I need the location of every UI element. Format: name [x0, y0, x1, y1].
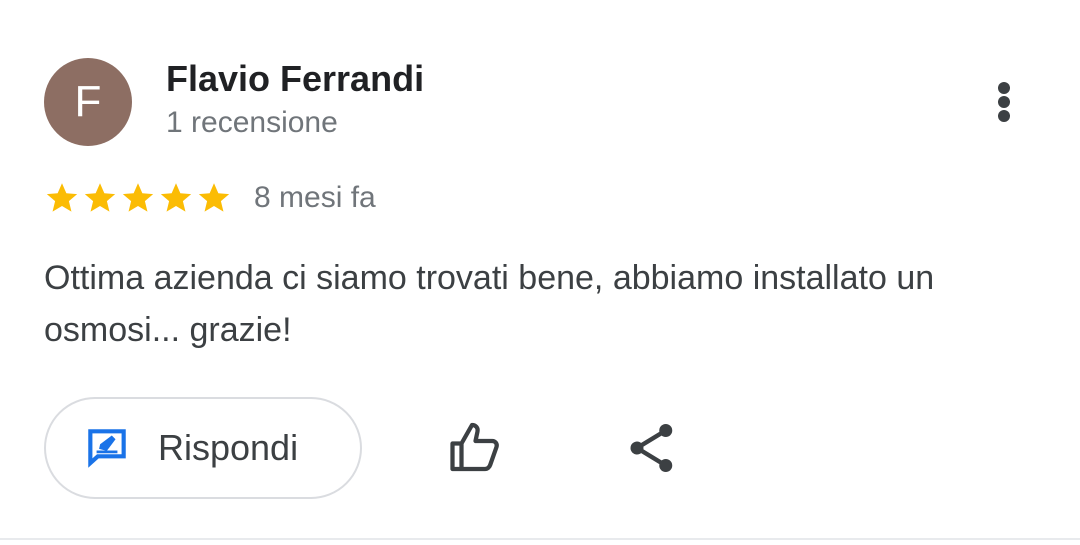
reply-button[interactable]: Rispondi [44, 397, 362, 499]
rating-row: 8 mesi fa [44, 178, 376, 218]
more-vert-dot [998, 96, 1010, 108]
author-review-count: 1 recensione [166, 106, 338, 139]
author-name[interactable]: Flavio Ferrandi [166, 58, 424, 100]
divider [0, 538, 1080, 540]
star-icon [84, 183, 116, 212]
avatar[interactable]: F [44, 58, 132, 146]
star-icon [198, 183, 230, 212]
share-button[interactable] [622, 418, 682, 478]
share-icon [630, 424, 673, 472]
star-icon [122, 183, 154, 212]
review-text: Ottima azienda ci siamo trovati bene, ab… [44, 259, 935, 349]
avatar-initial: F [74, 77, 102, 126]
star-rating [44, 180, 232, 216]
star-icon [46, 183, 78, 212]
review-date: 8 mesi fa [254, 181, 376, 214]
reply-icon [88, 429, 126, 468]
star-icon [160, 183, 192, 212]
more-vert-dot [998, 110, 1010, 122]
reply-label: Rispondi [158, 427, 299, 468]
more-vert-icon [998, 82, 1010, 94]
more-options-button[interactable] [980, 72, 1028, 132]
like-button[interactable] [446, 418, 506, 478]
thumb-up-icon [450, 422, 499, 472]
